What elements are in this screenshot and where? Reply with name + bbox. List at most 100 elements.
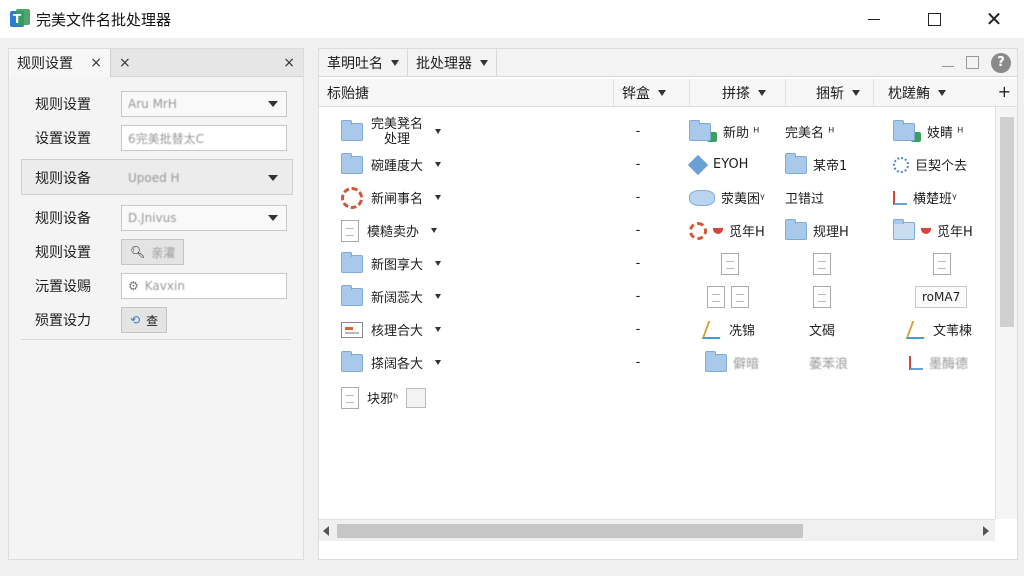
- table-row[interactable]: 模糙卖办 - 觅年H 规理H 觅年H: [319, 214, 995, 247]
- chevron-down-icon[interactable]: [435, 195, 442, 200]
- col4-cell: 某帝1: [785, 148, 847, 181]
- search-button[interactable]: 🔍︎ 亲灌: [121, 239, 185, 265]
- panel-close-icon[interactable]: ×: [283, 55, 295, 71]
- table-row[interactable]: 搽阔各大 - 僻暗 萎苯浪 墨酶德: [319, 346, 995, 379]
- rule-row: 设置设置 6完美批替太C: [9, 123, 303, 153]
- rule-combo[interactable]: Aru MrH: [121, 91, 287, 117]
- rule-combo[interactable]: D.Jnivus: [121, 205, 287, 231]
- table-row[interactable]: 碗踵度大 - EYOH 某帝1 巨契个去: [319, 148, 995, 181]
- col3-cell: [689, 280, 749, 313]
- column-header-name[interactable]: 标贻搪: [319, 79, 613, 107]
- document-icon: [813, 252, 831, 275]
- column-label: 捆斩: [816, 86, 844, 102]
- scroll-left-icon[interactable]: [323, 526, 329, 536]
- rule-label: 设置设置: [35, 131, 91, 147]
- chevron-down-icon[interactable]: [435, 261, 442, 266]
- table-header: 标贻搪 铧盒 拼搽 捆斩 枕蹉鮪 +: [319, 79, 1017, 107]
- button-label: 亲灌: [151, 245, 176, 260]
- col5-cell: 巨契个去: [893, 148, 967, 181]
- rule-text-input[interactable]: 6完美批替太C: [121, 125, 287, 151]
- checkbox[interactable]: [406, 387, 427, 408]
- name-cell: 块邪ʰ: [341, 381, 427, 414]
- link-icon: ⟲: [130, 313, 141, 327]
- cell-text: 墨酶德: [929, 357, 969, 372]
- scrollbar-thumb[interactable]: [337, 524, 803, 538]
- table-row[interactable]: 新阔蕊大 - roMA7: [319, 280, 995, 313]
- batch-menu[interactable]: 批处理器: [408, 48, 497, 77]
- scroll-right-icon[interactable]: [983, 526, 989, 536]
- table-row[interactable]: 新图享大 -: [319, 247, 995, 280]
- chevron-down-icon[interactable]: [435, 327, 442, 332]
- chevron-down-icon[interactable]: [435, 360, 442, 365]
- row-name: 新阔蕊大: [371, 291, 424, 306]
- folder-icon: [689, 119, 711, 141]
- name-cell: 模糙卖办: [341, 214, 438, 247]
- row-name: 块邪ʰ: [367, 392, 399, 407]
- folder-icon: [341, 251, 363, 273]
- tree-icon: [701, 320, 727, 339]
- minimize-button[interactable]: [844, 0, 904, 38]
- chevron-down-icon: [268, 215, 278, 221]
- chevron-down-icon[interactable]: [431, 228, 438, 233]
- menu-label: 革明吐名: [327, 55, 383, 72]
- link-button[interactable]: ⟲ 查: [121, 307, 168, 333]
- folder-icon: [705, 350, 727, 372]
- window-title: 完美文件名批处理器: [36, 10, 172, 29]
- combo-value: Upoed H: [128, 171, 180, 185]
- col5-cell: 横楚班ᵞ: [893, 181, 957, 214]
- table-row[interactable]: 完美凳名 处理 - 新助 ᴴ 完美名 ᴴ 妓睛 ᴴ: [319, 115, 995, 148]
- name-text: 完美凳名 处理: [371, 117, 423, 147]
- tab-close-icon[interactable]: ×: [119, 55, 131, 71]
- cell-text: 新助 ᴴ: [723, 126, 760, 141]
- horizontal-scrollbar[interactable]: [319, 519, 995, 541]
- tab-blank[interactable]: × ×: [111, 49, 303, 77]
- rule-row: 殒置设力 ⟲ 查: [9, 305, 303, 335]
- panel-minimize-icon[interactable]: [942, 66, 954, 67]
- column-header[interactable]: 枕蹉鮪: [873, 79, 995, 107]
- col3-cell: 僻暗: [689, 346, 759, 379]
- add-column-button[interactable]: +: [998, 82, 1011, 101]
- cell-text: 僻暗: [733, 357, 760, 372]
- tree-icon: [905, 320, 931, 339]
- rule-combo[interactable]: Upoed H: [121, 165, 287, 191]
- vertical-scrollbar[interactable]: [995, 107, 1017, 519]
- rule-text-input[interactable]: ⚙ Kavxin: [121, 273, 287, 299]
- table-row[interactable]: 块邪ʰ: [319, 381, 995, 414]
- chevron-down-icon: [852, 90, 860, 96]
- name-cell: 新图享大: [341, 247, 442, 280]
- chevron-down-icon[interactable]: [435, 162, 442, 167]
- rules-tab-bar: 规则设置 × × ×: [9, 49, 303, 77]
- column-header[interactable]: 捆斩: [785, 79, 873, 107]
- col5-cell: 觅年H: [893, 214, 973, 247]
- dash-cell: -: [635, 322, 641, 337]
- name-cell: 新闸事名: [341, 181, 442, 214]
- rename-menu[interactable]: 革明吐名: [319, 48, 408, 77]
- chevron-down-icon: [658, 90, 666, 96]
- rule-label: 殒置设力: [35, 313, 91, 329]
- column-header[interactable]: 拼搽: [689, 79, 785, 107]
- panel-maximize-icon[interactable]: [966, 56, 979, 69]
- tab-close-icon[interactable]: ×: [90, 55, 102, 71]
- col4-cell: 文碣: [785, 313, 835, 346]
- chevron-down-icon[interactable]: [435, 129, 442, 134]
- name-cell: 完美凳名 处理: [341, 115, 442, 148]
- help-icon[interactable]: ?: [991, 52, 1011, 73]
- combo-value: D.Jnivus: [128, 211, 177, 225]
- cell-text: 规理H: [813, 225, 849, 240]
- column-header[interactable]: 铧盒: [613, 79, 689, 107]
- tab-rule-settings[interactable]: 规则设置 ×: [9, 49, 111, 77]
- maximize-button[interactable]: [904, 0, 964, 38]
- table-row[interactable]: 核理合大 - 冼锦 文碣 文苇楝: [319, 313, 995, 346]
- gear-icon: [689, 221, 707, 240]
- col4-cell: 规理H: [785, 214, 849, 247]
- cell-text: 觅年H: [729, 225, 765, 240]
- folder-icon: [785, 152, 807, 174]
- scrollbar-thumb[interactable]: [1000, 117, 1014, 327]
- close-button[interactable]: ✕: [964, 0, 1024, 38]
- chevron-down-icon[interactable]: [435, 294, 442, 299]
- table-row[interactable]: 新闸事名 - 荥荑困ᵞ 卫错过 横楚班ᵞ: [319, 181, 995, 214]
- cell-text: 荥荑困ᵞ: [721, 192, 765, 207]
- rule-label: 规则设置: [35, 97, 91, 113]
- chevron-down-icon: [268, 101, 278, 107]
- diamond-icon: [687, 154, 709, 175]
